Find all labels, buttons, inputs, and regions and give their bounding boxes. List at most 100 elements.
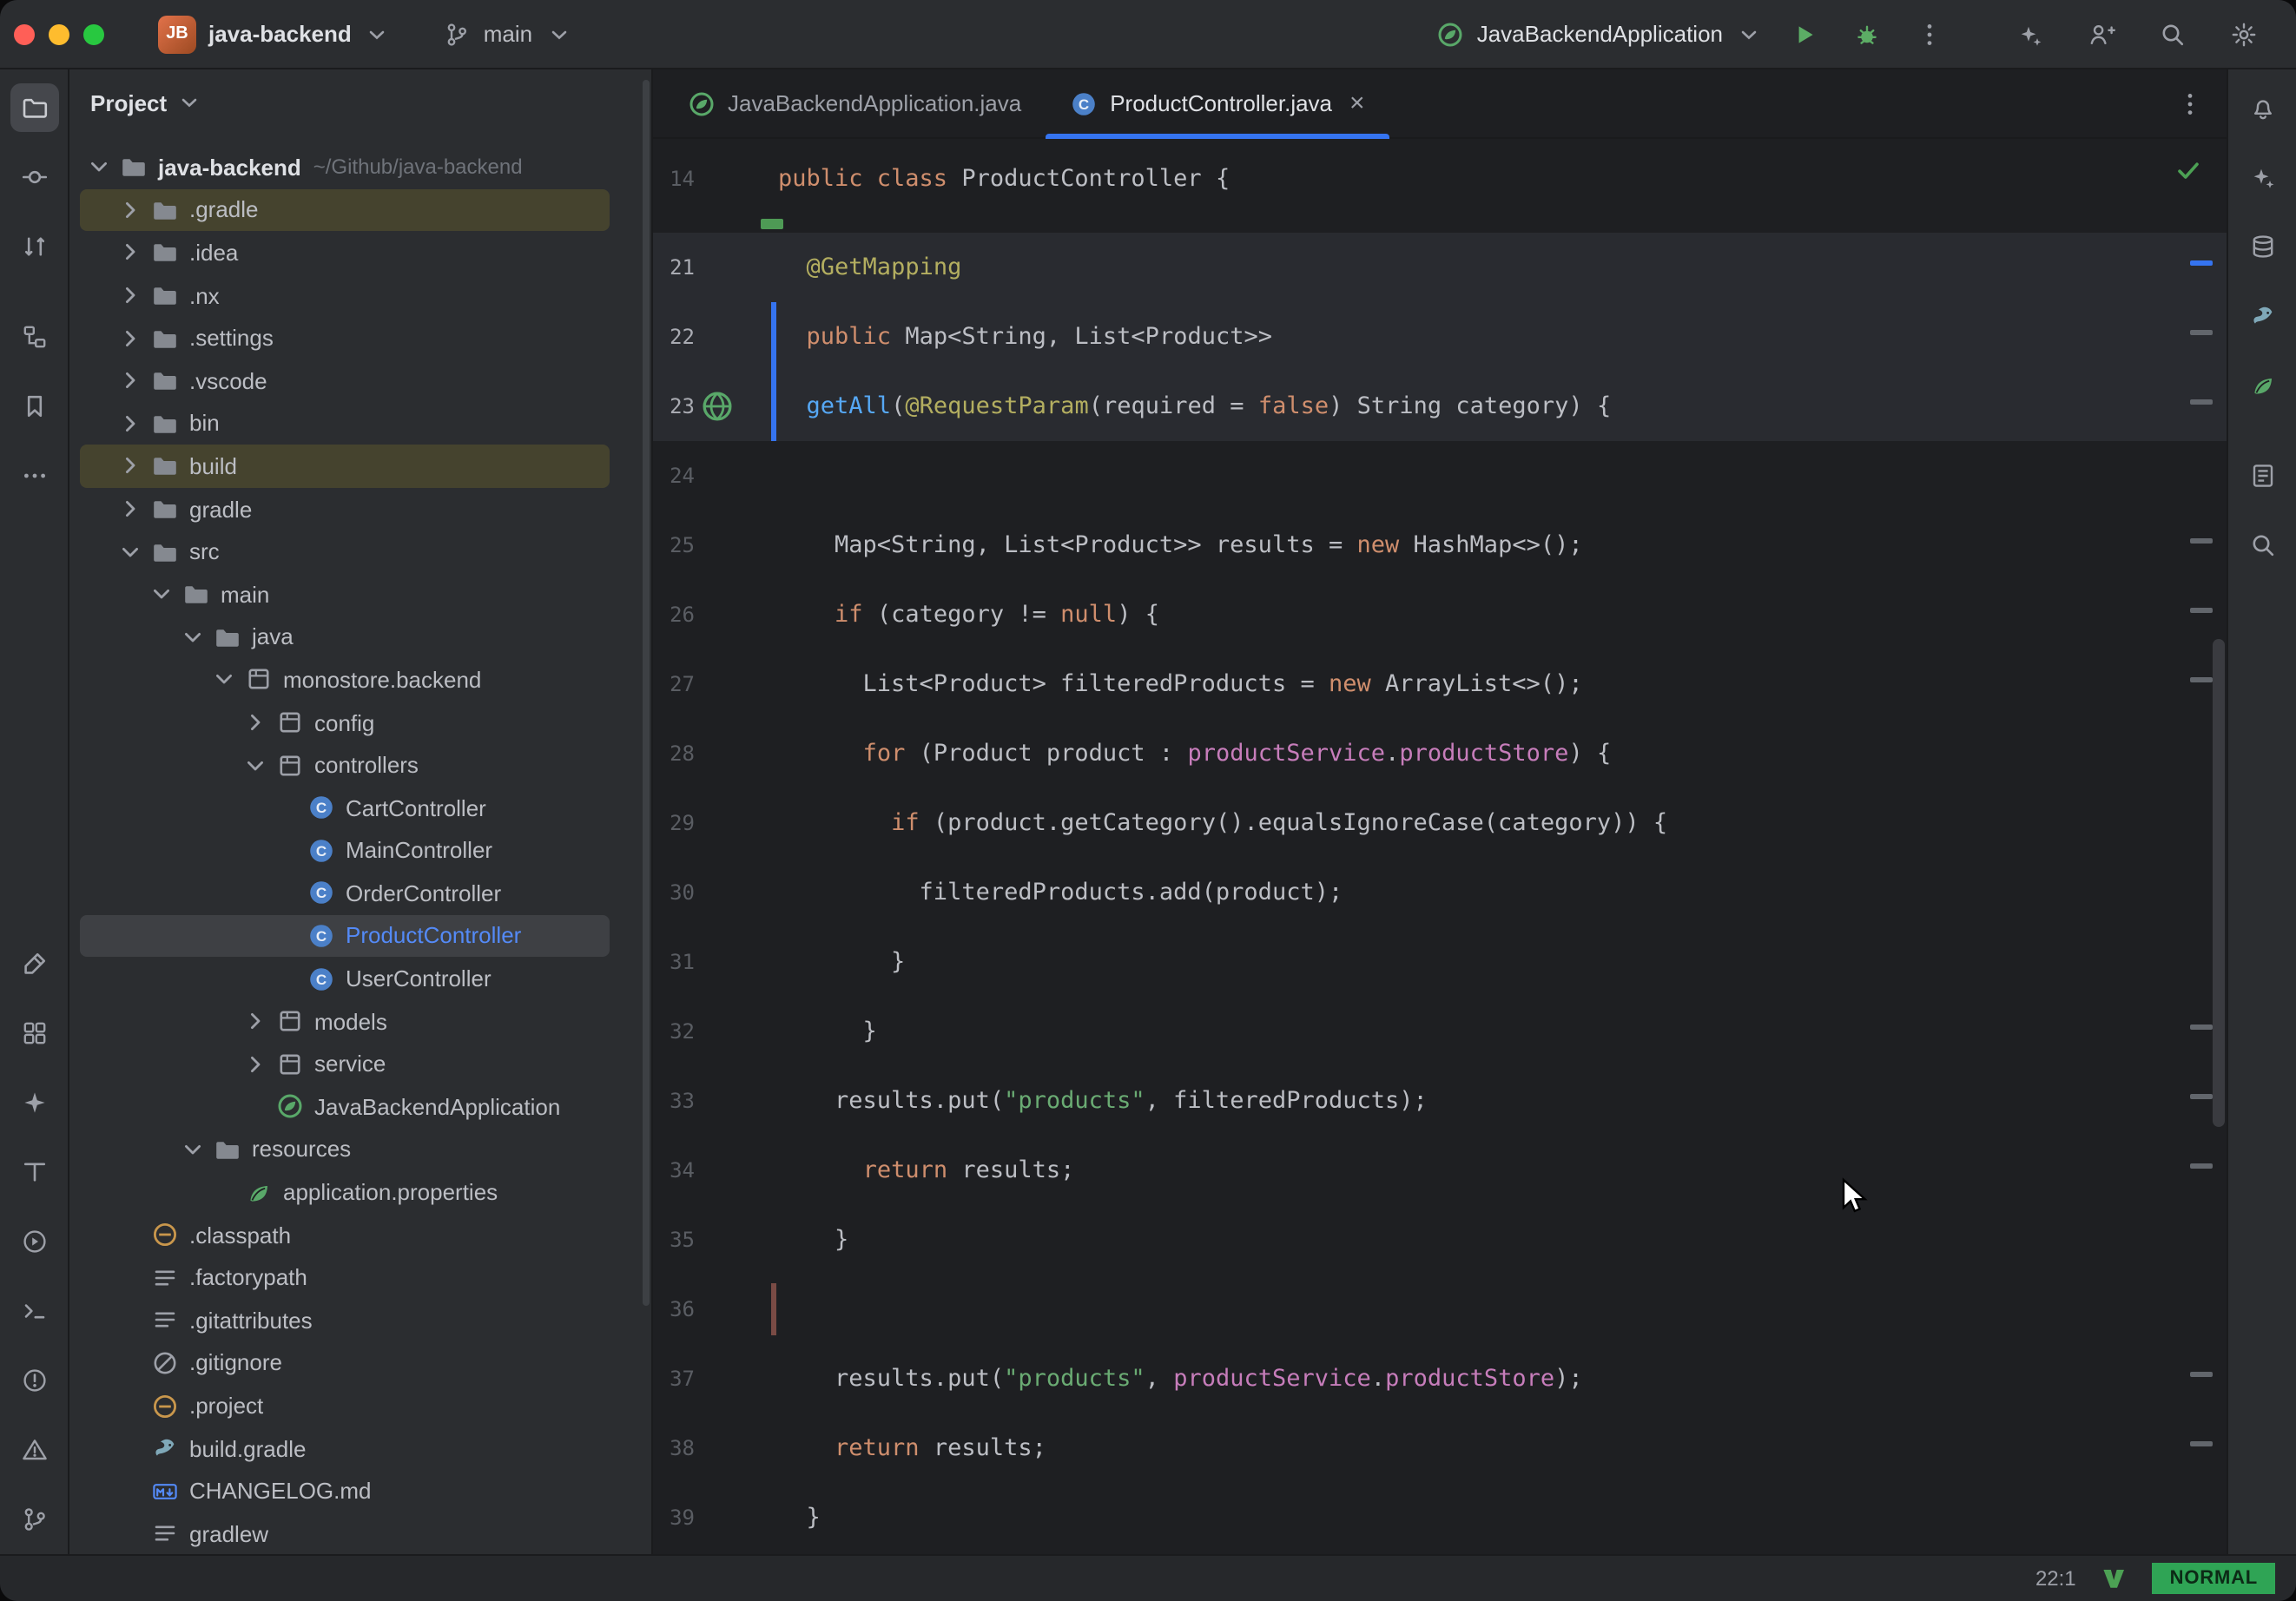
branch-selector[interactable]: main [432, 13, 584, 55]
tool-services-button[interactable] [10, 1217, 58, 1266]
tool-documentation-button[interactable] [2238, 451, 2286, 500]
debug-button[interactable] [1846, 13, 1888, 55]
tree-item-monostore-backend[interactable]: monostore.backend [80, 658, 610, 701]
window-zoom-button[interactable] [83, 23, 104, 44]
tool-ai-assistant-button[interactable] [2238, 153, 2286, 201]
tree-item-java-backend[interactable]: java-backend~/Github/java-backend [80, 146, 610, 188]
tree-item-javabackendapplication[interactable]: JavaBackendApplication [80, 1085, 610, 1128]
chevron-right-icon[interactable] [241, 1007, 269, 1035]
tree-item-productcontroller[interactable]: CProductController [80, 914, 610, 957]
tree-item-maincontroller[interactable]: CMainController [80, 829, 610, 872]
tree-item-build-gradle[interactable]: build.gradle [80, 1427, 610, 1470]
tree-item-config[interactable]: config [80, 701, 610, 743]
tool-structure-button[interactable] [10, 313, 58, 361]
tree-item-classpath[interactable]: .classpath [80, 1214, 610, 1256]
tree-item-vscode[interactable]: .vscode [80, 359, 610, 402]
tree-item-resources[interactable]: resources [80, 1128, 610, 1170]
chevron-right-icon[interactable] [116, 452, 144, 480]
code-with-me-button[interactable] [2081, 13, 2122, 55]
tool-todo-button[interactable] [10, 1148, 58, 1196]
code-line-36[interactable]: 36 [653, 1275, 2227, 1344]
tool-warnings-button[interactable] [10, 1426, 58, 1474]
chevron-right-icon[interactable] [116, 196, 144, 224]
tree-item-gradlew[interactable]: gradlew [80, 1512, 610, 1554]
tree-item-java[interactable]: java [80, 616, 610, 658]
settings-button[interactable] [2223, 13, 2265, 55]
chevron-right-icon[interactable] [241, 708, 269, 736]
tree-item-idea[interactable]: .idea [80, 231, 610, 273]
chevron-right-icon[interactable] [116, 281, 144, 309]
chevron-down-icon[interactable] [179, 1136, 207, 1163]
window-minimize-button[interactable] [49, 23, 69, 44]
folded-region-gap[interactable] [653, 214, 2227, 233]
tab-options-button[interactable] [2154, 69, 2227, 137]
more-run-options-button[interactable] [1909, 13, 1950, 55]
search-everywhere-button[interactable] [2152, 13, 2194, 55]
tool-problems-button[interactable] [10, 1356, 58, 1405]
code-line-14[interactable]: 14public class ProductController { [653, 144, 2227, 214]
tree-item-settings[interactable]: .settings [80, 317, 610, 359]
chevron-down-icon[interactable] [210, 666, 238, 694]
code-line-24[interactable]: 24 [653, 441, 2227, 511]
code-line-39[interactable]: 39 } [653, 1483, 2227, 1552]
tree-item-service[interactable]: service [80, 1043, 610, 1085]
tool-notifications-button[interactable] [2238, 83, 2286, 132]
code-line-31[interactable]: 31 } [653, 927, 2227, 997]
chevron-right-icon[interactable] [116, 324, 144, 352]
tool-project-button[interactable] [10, 83, 58, 132]
tree-item-gitignore[interactable]: .gitignore [80, 1341, 610, 1384]
chevron-down-icon[interactable] [241, 751, 269, 779]
tool-find-button[interactable] [2238, 521, 2286, 570]
chevron-right-icon[interactable] [116, 367, 144, 395]
code-line-38[interactable]: 38 return results; [653, 1413, 2227, 1483]
tree-item-build[interactable]: build [80, 445, 610, 487]
code-line-33[interactable]: 33 results.put("products", filteredProdu… [653, 1066, 2227, 1136]
tree-item-main[interactable]: main [80, 573, 610, 616]
tree-item-src[interactable]: src [80, 530, 610, 573]
ai-assistant-button[interactable] [2009, 13, 2051, 55]
tree-item-ordercontroller[interactable]: COrderController [80, 872, 610, 914]
tree-item-bin[interactable]: bin [80, 402, 610, 445]
tree-item-application-properties[interactable]: application.properties [80, 1171, 610, 1214]
code-line-23[interactable]: 23 getAll(@RequestParam(required = false… [653, 372, 2227, 441]
project-panel-header[interactable]: Project [69, 69, 651, 135]
run-configuration-selector[interactable]: JavaBackendApplication [1437, 20, 1763, 48]
chevron-down-icon[interactable] [179, 623, 207, 651]
tool-version-control-button[interactable] [10, 1495, 58, 1544]
tool-ai-chat-button[interactable] [10, 1078, 58, 1127]
code-line-35[interactable]: 35 } [653, 1205, 2227, 1275]
tree-item-usercontroller[interactable]: CUserController [80, 958, 610, 1000]
tree-item-gradle[interactable]: .gradle [80, 188, 610, 231]
tree-item-gradle[interactable]: gradle [80, 488, 610, 530]
tool-pull-requests-button[interactable] [10, 222, 58, 271]
tool-bookmarks-button[interactable] [10, 382, 58, 431]
chevron-down-icon[interactable] [85, 154, 113, 181]
tree-item-factorypath[interactable]: .factorypath [80, 1256, 610, 1299]
tree-item-controllers[interactable]: controllers [80, 744, 610, 787]
tool-gradle-button[interactable] [2238, 292, 2286, 340]
code-line-22[interactable]: 22 public Map<String, List<Product>> [653, 302, 2227, 372]
chevron-down-icon[interactable] [148, 580, 175, 608]
endpoint-gutter-icon[interactable] [698, 387, 736, 425]
project-selector[interactable]: JB java-backend [146, 8, 404, 60]
code-line-28[interactable]: 28 for (Product product : productService… [653, 719, 2227, 788]
code-line-29[interactable]: 29 if (product.getCategory().equalsIgnor… [653, 788, 2227, 858]
chevron-right-icon[interactable] [241, 1051, 269, 1078]
tree-item-project[interactable]: .project [80, 1384, 610, 1426]
tab-close-icon[interactable]: × [1349, 90, 1365, 116]
tree-item-nx[interactable]: .nx [80, 274, 610, 317]
tool-more-button[interactable] [10, 451, 58, 500]
tree-item-changelog-md[interactable]: CHANGELOG.md [80, 1470, 610, 1512]
window-close-button[interactable] [14, 23, 35, 44]
tree-item-gitattributes[interactable]: .gitattributes [80, 1299, 610, 1341]
chevron-right-icon[interactable] [116, 410, 144, 438]
tool-dependencies-button[interactable] [10, 1009, 58, 1057]
ideavim-icon[interactable] [2101, 1565, 2128, 1592]
tool-commit-button[interactable] [10, 153, 58, 201]
tool-build-button[interactable] [10, 939, 58, 988]
editor-tab-productcontroller-java[interactable]: CProductController.java× [1046, 69, 1389, 137]
inspections-ok-widget[interactable] [2174, 156, 2202, 184]
caret-position-widget[interactable]: 22:1 [2035, 1566, 2076, 1591]
code-line-32[interactable]: 32 } [653, 997, 2227, 1066]
project-tree-scrollbar[interactable] [643, 80, 650, 1306]
